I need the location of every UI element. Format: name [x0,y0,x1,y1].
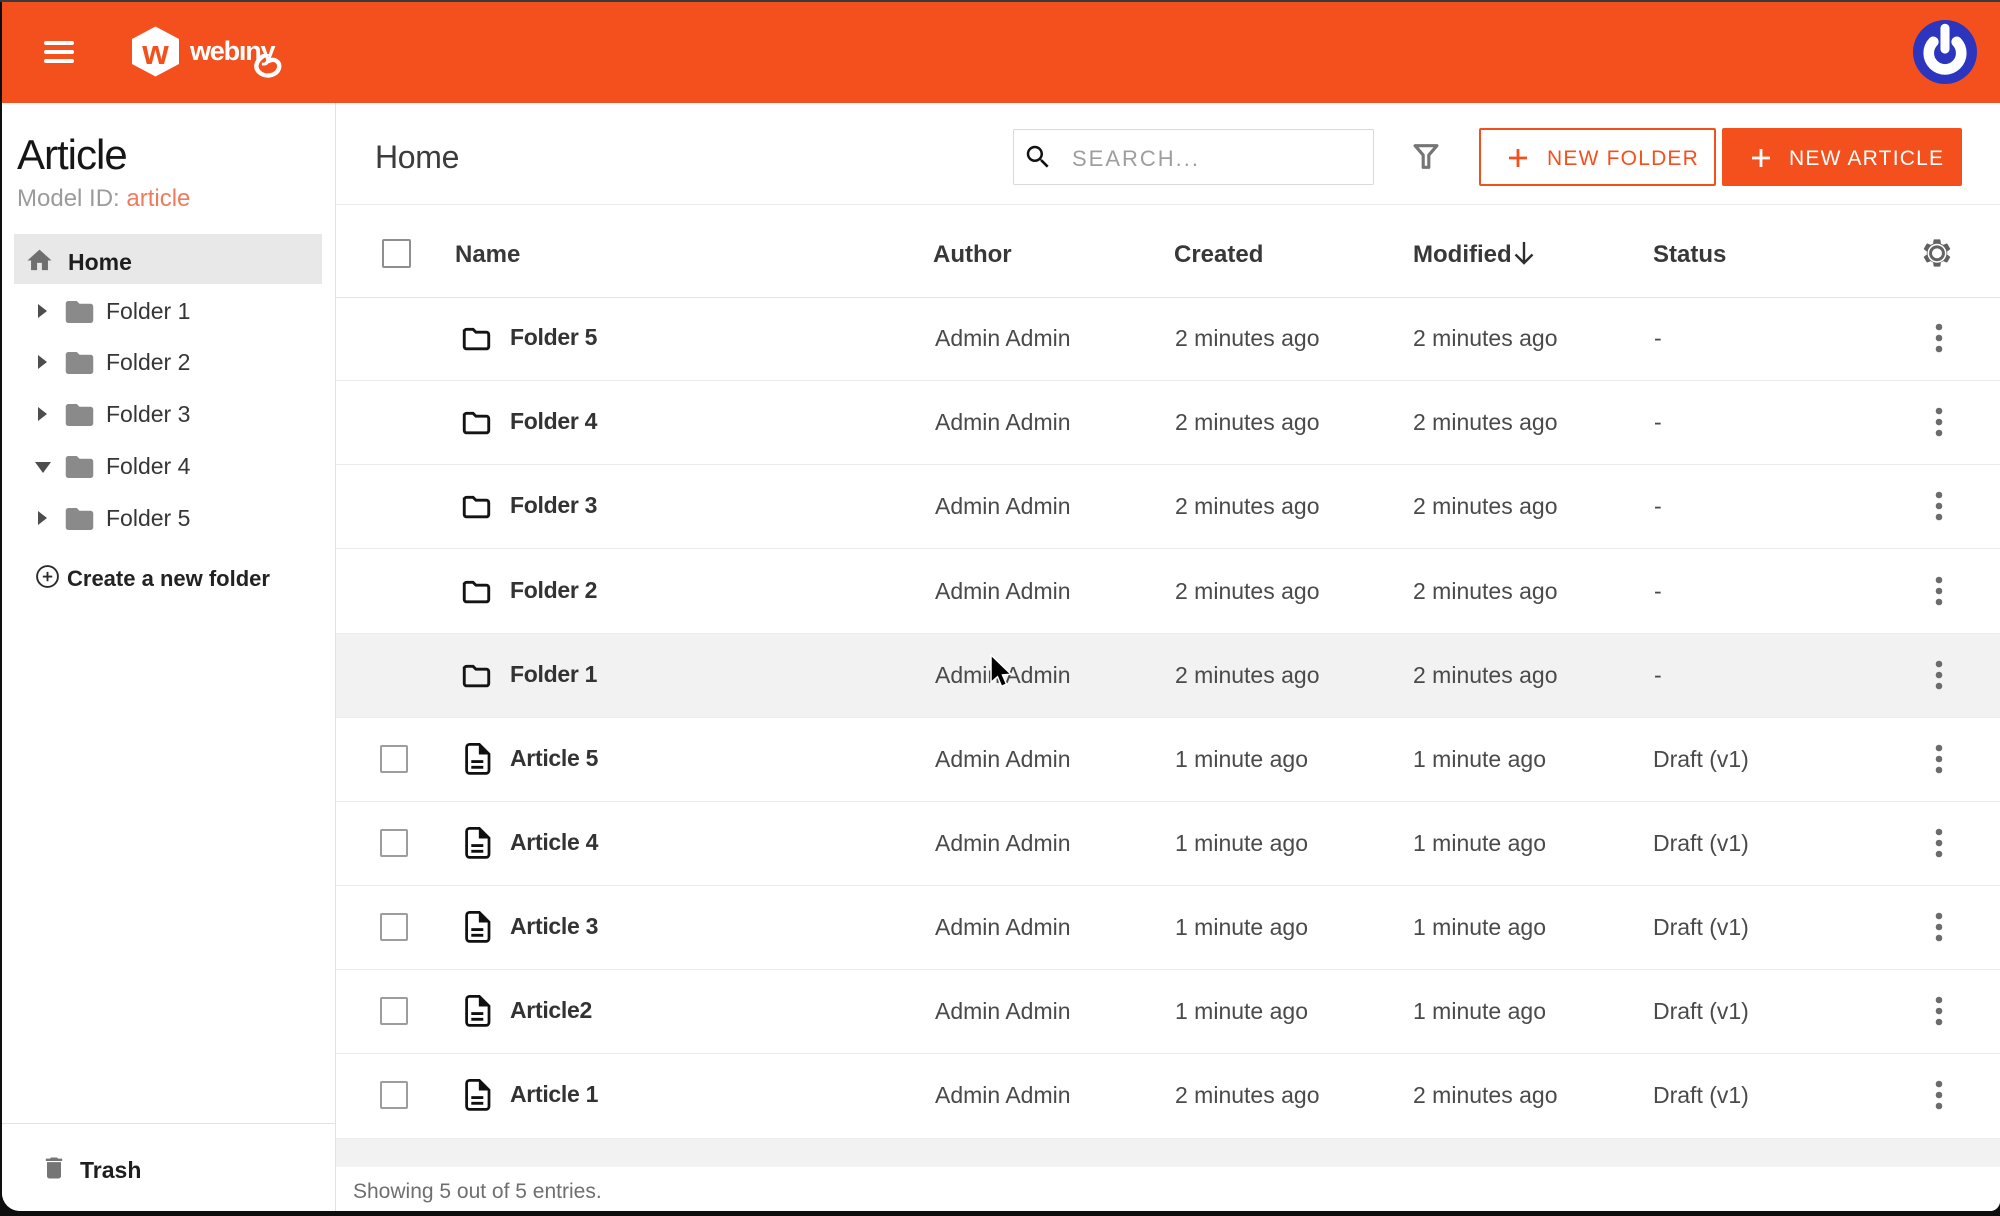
svg-text:w: w [141,34,169,72]
